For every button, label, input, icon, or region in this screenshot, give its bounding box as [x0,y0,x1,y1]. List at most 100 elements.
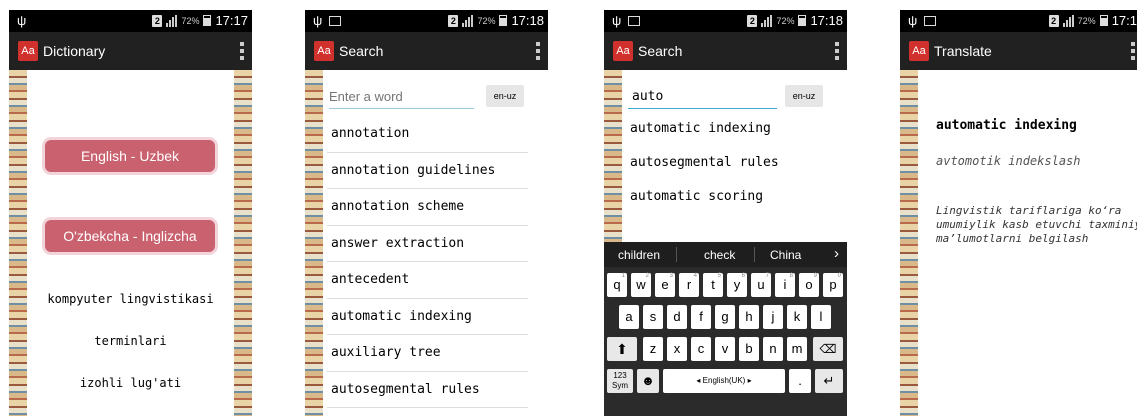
key-label: r [686,277,692,292]
status-bar: ψ 2 72% 17:18 [305,10,548,32]
list-item[interactable]: autosegmental rules [327,372,528,408]
key[interactable]: t5 [703,273,723,297]
chevron-right-icon[interactable]: › [834,245,839,262]
key-label: o [805,277,813,292]
list-item[interactable]: automatic indexing [626,112,827,146]
results-list: automatic indexing autosegmental rules a… [626,112,827,214]
key[interactable]: z [643,337,663,361]
picture-icon [924,16,936,26]
list-item[interactable]: annotation scheme [327,189,528,226]
key-number: 7 [765,273,769,279]
symbols-key[interactable]: 123 Sym [607,369,633,393]
main-content: automatic indexing avtomotik indekslash … [922,70,1137,416]
list-item[interactable]: antecedent [327,262,528,299]
language-toggle-button[interactable]: en-uz [486,85,524,107]
key-number: 2 [645,273,649,279]
suggestion-item[interactable]: children [618,248,660,262]
sim-badge: 2 [1048,14,1059,27]
sim-badge: 2 [152,14,163,27]
shift-icon[interactable]: ⬆ [607,337,637,361]
key[interactable]: c [691,337,711,361]
app-subtitle: kompyuter lingvistikasi terminlari izohl… [29,264,232,416]
status-bar: ψ 2 72% 17:17 [9,10,252,32]
list-item[interactable]: annotation [327,116,528,153]
key[interactable]: x [667,337,687,361]
signal-icon [462,14,474,27]
soft-keyboard: q1 w2 e3 r4 t5 y6 u7 i8 o9 p0 a s d f g … [604,267,847,416]
books-decoration-left [9,70,27,416]
space-bar[interactable]: ◂ English(UK) ▸ [663,369,785,393]
overflow-menu-icon[interactable] [240,42,244,60]
space-bar-label: English(UK) [702,376,746,385]
key[interactable]: u7 [751,273,771,297]
overflow-menu-icon[interactable] [835,42,839,60]
enter-icon[interactable]: ↵ [815,369,843,393]
key[interactable]: a [619,305,639,329]
clock: 17:18 [810,13,843,28]
emoji-icon[interactable]: ☻ [637,369,659,393]
key[interactable]: l [811,305,831,329]
overflow-menu-icon[interactable] [1131,42,1135,60]
key-number: 5 [717,273,721,279]
list-item[interactable]: automatic indexing [327,299,528,335]
list-item[interactable]: automatic scoring [626,180,827,214]
list-item[interactable]: autosegmental rules [626,146,827,180]
key[interactable]: g [715,305,735,329]
list-item[interactable]: annotation guidelines [327,153,528,189]
key[interactable]: r4 [679,273,699,297]
clock: 17:17 [215,13,248,28]
key[interactable]: d [667,305,687,329]
period-key[interactable]: . [789,369,811,393]
translation-text: avtomotik indekslash [936,154,1081,168]
key[interactable]: k [787,305,807,329]
app-icon[interactable]: Aa [909,41,929,61]
battery-icon [499,15,508,26]
key[interactable]: j [763,305,783,329]
key[interactable]: n [763,337,783,361]
key-label: w [636,277,646,292]
key[interactable]: p0 [823,273,843,297]
key[interactable]: y6 [727,273,747,297]
uzbek-english-button[interactable]: O'zbekcha - Inglizcha [45,220,215,252]
key[interactable]: w2 [631,273,651,297]
key-label: p [829,277,837,292]
status-bar: ψ 2 72% 17:18 [604,10,847,32]
books-decoration-right [234,70,252,416]
english-uzbek-button[interactable]: English - Uzbek [45,140,215,172]
key[interactable]: v [715,337,735,361]
key[interactable]: e3 [655,273,675,297]
list-item[interactable]: auxiliary tree [327,335,528,372]
key[interactable]: m [787,337,807,361]
backspace-icon[interactable]: ⌫ [813,337,843,361]
picture-icon [329,16,341,26]
clock: 17:18 [511,13,544,28]
key[interactable]: q1 [607,273,627,297]
suggestion-item[interactable]: China [770,248,801,262]
screen-search-typing: ψ 2 72% 17:18 Aa Search en-uz automatic … [604,10,847,416]
suggestion-divider [676,247,677,262]
key[interactable]: s [643,305,663,329]
usb-icon: ψ [313,13,323,28]
key[interactable]: o9 [799,273,819,297]
app-icon[interactable]: Aa [613,41,633,61]
overflow-menu-icon[interactable] [536,42,540,60]
list-item[interactable]: answer extraction [327,226,528,262]
subtitle-line: izohli lug'ati [79,376,182,390]
app-icon[interactable]: Aa [314,41,334,61]
key[interactable]: b [739,337,759,361]
key[interactable]: i8 [775,273,795,297]
battery-icon [798,15,807,26]
key-label: y [733,277,741,292]
key[interactable]: h [739,305,759,329]
usb-icon: ψ [17,13,27,28]
key[interactable]: f [691,305,711,329]
suggestion-item[interactable]: check [704,248,735,262]
suggestion-divider [754,247,755,262]
language-toggle-button[interactable]: en-uz [785,85,823,107]
battery-icon [203,15,212,26]
app-title: Dictionary [43,43,106,59]
key-number: 4 [693,273,697,279]
search-input[interactable] [628,84,777,109]
search-input[interactable] [329,84,474,109]
app-icon[interactable]: Aa [18,41,38,61]
